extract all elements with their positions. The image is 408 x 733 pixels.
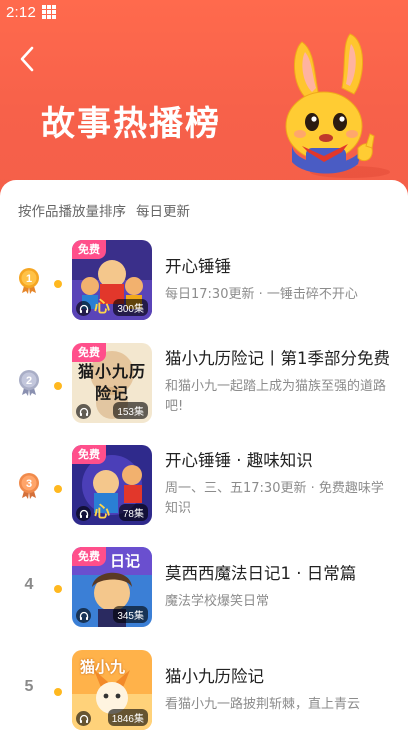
story-cover[interactable]: 免费 猫小九历险记 153集 — [72, 343, 152, 423]
story-info: 猫小九历险记丨第1季部分免费 和猫小九一起踏上成为猫族至强的道路吧! — [165, 348, 391, 417]
story-cover[interactable]: 猫小九 1846集 — [72, 650, 152, 730]
headphones-icon — [76, 608, 91, 623]
free-badge: 免费 — [72, 445, 106, 464]
silver-medal-icon: 2 — [19, 370, 39, 396]
episode-count: 345集 — [113, 606, 148, 623]
free-badge: 免费 — [72, 343, 106, 362]
bullet-dot — [54, 485, 62, 493]
cover-title-text: 猫小九历险记 — [77, 362, 146, 403]
cover-title-text: 日记 — [110, 552, 141, 570]
rabbit-mascot-icon — [285, 33, 390, 178]
headphones-icon — [76, 301, 91, 316]
ranking-row-1[interactable]: 1 免费 心 300集 开心锤锤 每日17:30更新 · 一锤击碎不开心 — [0, 240, 408, 330]
status-bar: 2:12 — [0, 0, 408, 24]
rank-label: 2 — [26, 375, 32, 387]
story-description: 魔法学校爆笑日常 — [165, 594, 270, 609]
gold-medal-icon: 1 — [19, 268, 39, 294]
story-info: 莫西西魔法日记1 · 日常篇 魔法学校爆笑日常 — [165, 563, 391, 612]
rank-label: 5 — [24, 678, 34, 695]
ranking-row-5[interactable]: 5 猫小九 1846集 猫小九历险记 看猫小九一路披荆斩棘，直上青云 — [0, 650, 408, 733]
headphones-icon — [76, 711, 91, 726]
status-time: 2:12 — [6, 3, 36, 21]
ranking-row-2[interactable]: 2 免费 猫小九历险记 153集 猫小九历险记丨第1季部分免费 和猫小九一起踏上… — [0, 343, 408, 433]
story-description: 看猫小九一路披荆斩棘，直上青云 — [165, 697, 361, 712]
back-arrow-icon — [20, 46, 34, 72]
story-cover[interactable]: 免费 心 78集 — [72, 445, 152, 525]
headphones-icon — [76, 506, 91, 521]
episode-count: 1846集 — [107, 709, 148, 726]
back-button[interactable] — [12, 42, 42, 76]
update-note: 每日更新 — [136, 204, 190, 220]
rank-label: 1 — [26, 273, 32, 285]
story-description: 每日17:30更新 · 一锤击碎不开心 — [165, 287, 358, 302]
app-grid-icon — [42, 5, 56, 19]
story-info: 猫小九历险记 看猫小九一路披荆斩棘，直上青云 — [165, 666, 391, 715]
bronze-medal-icon: 3 — [19, 473, 39, 499]
story-title: 莫西西魔法日记1 · 日常篇 — [165, 564, 357, 583]
story-info: 开心锤锤 · 趣味知识 周一、三、五17:30更新 · 免费趣味学知识 — [165, 450, 391, 519]
cover-title-text: 心 — [94, 297, 111, 316]
bullet-dot — [54, 585, 62, 593]
story-cover[interactable]: 免费 日记 345集 — [72, 547, 152, 627]
story-cover[interactable]: 免费 心 300集 — [72, 240, 152, 320]
cover-title-text: 心 — [94, 502, 111, 521]
episode-count: 300集 — [113, 299, 148, 316]
ranking-row-4[interactable]: 4 免费 日记 345集 莫西西魔法日记1 · 日常篇 魔法学校爆笑日常 — [0, 547, 408, 637]
cover-title-text: 猫小九 — [80, 658, 126, 676]
bullet-dot — [54, 688, 62, 696]
story-description: 周一、三、五17:30更新 · 免费趣味学知识 — [165, 481, 384, 516]
page-title: 故事热播榜 — [41, 104, 221, 144]
story-description: 和猫小九一起踏上成为猫族至强的道路吧! — [165, 379, 387, 414]
free-badge: 免费 — [72, 547, 106, 566]
ranking-subtitle: 按作品播放量排序 每日更新 — [18, 200, 190, 220]
ranking-sheet: 按作品播放量排序 每日更新 1 免费 心 300集 开心锤锤 每日17:30更新… — [0, 180, 408, 733]
episode-count: 153集 — [113, 402, 148, 419]
bullet-dot — [54, 382, 62, 390]
story-title: 开心锤锤 · 趣味知识 — [165, 451, 313, 470]
bullet-dot — [54, 280, 62, 288]
episode-count: 78集 — [118, 504, 148, 521]
story-title: 猫小九历险记丨第1季部分免费 — [165, 349, 390, 368]
rank-label: 4 — [24, 576, 34, 593]
story-info: 开心锤锤 每日17:30更新 · 一锤击碎不开心 — [165, 256, 391, 305]
ranking-row-3[interactable]: 3 免费 心 78集 开心锤锤 · 趣味知识 周一、三、五17:30更新 · 免… — [0, 445, 408, 535]
hero-banner: 2:12 故事热播榜 — [0, 0, 408, 200]
sort-note: 按作品播放量排序 — [18, 204, 126, 220]
story-title: 猫小九历险记 — [165, 667, 264, 686]
story-title: 开心锤锤 — [165, 257, 231, 276]
free-badge: 免费 — [72, 240, 106, 259]
headphones-icon — [76, 404, 91, 419]
rank-label: 3 — [26, 478, 32, 490]
